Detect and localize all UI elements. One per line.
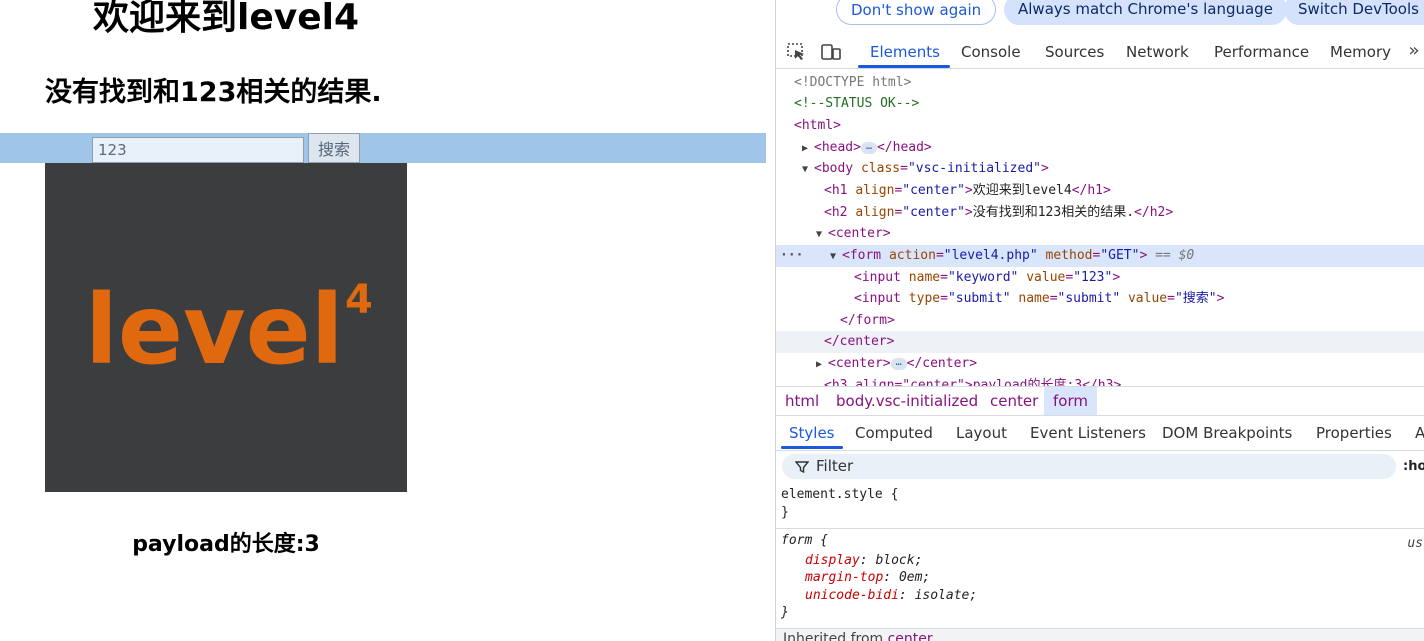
element-style-rule[interactable]: element.style { bbox=[781, 486, 898, 503]
rule-close-brace: } bbox=[781, 505, 789, 520]
styles-filter-input[interactable]: Filter bbox=[782, 454, 1396, 479]
subtab-accessibility[interactable]: A bbox=[1415, 417, 1424, 450]
dont-show-again-button[interactable]: Don't show again bbox=[836, 0, 997, 25]
dom-node-center-close[interactable]: </center> bbox=[776, 331, 1424, 353]
dom-node-comment[interactable]: <!--STATUS OK--> bbox=[776, 93, 1424, 115]
keyword-input[interactable] bbox=[92, 137, 304, 163]
collapse-triangle-icon[interactable]: ▼ bbox=[816, 224, 828, 246]
filter-icon bbox=[795, 461, 809, 474]
rule-close-brace: } bbox=[781, 605, 789, 620]
subtab-properties[interactable]: Properties bbox=[1316, 417, 1392, 450]
active-subtab-indicator bbox=[781, 446, 843, 449]
tab-elements[interactable]: Elements bbox=[870, 34, 940, 69]
expand-triangle-icon[interactable]: ▶ bbox=[802, 138, 814, 160]
dom-node-h2[interactable]: <h2 align="center">没有找到和123相关的结果.</h2> bbox=[776, 202, 1424, 224]
styles-subtabs: Styles Computed Layout Event Listeners D… bbox=[776, 417, 1424, 451]
dom-node-center[interactable]: ▼ <center> bbox=[776, 223, 1424, 245]
expand-triangle-icon[interactable]: ▶ bbox=[816, 354, 828, 376]
dom-node-h3[interactable]: <h3 align="center">payload的长度:3</h3> bbox=[776, 375, 1424, 386]
breadcrumb-html[interactable]: html bbox=[776, 387, 828, 415]
subtab-event-listeners[interactable]: Event Listeners bbox=[1030, 417, 1146, 450]
device-toolbar-icon[interactable] bbox=[820, 42, 842, 62]
payload-length-text: payload的长度:3 bbox=[132, 532, 320, 557]
dom-node-head[interactable]: ▶ <head>… </head> bbox=[776, 137, 1424, 159]
rule-separator bbox=[776, 528, 1424, 529]
subtab-computed[interactable]: Computed bbox=[855, 417, 933, 450]
user-agent-source-label: us bbox=[1407, 536, 1423, 551]
tab-memory[interactable]: Memory bbox=[1330, 34, 1391, 69]
level4-logo-image: level 4 bbox=[45, 163, 407, 492]
active-tab-indicator bbox=[858, 65, 950, 68]
page-heading: 欢迎来到level4 bbox=[92, 0, 360, 38]
devtools-tabbar: Elements Console Sources Network Perform… bbox=[776, 34, 1424, 69]
search-form: 搜索 bbox=[0, 133, 766, 163]
dom-node-form-selected[interactable]: ··· ▼ <form action="level4.php" method="G… bbox=[776, 245, 1424, 267]
collapse-triangle-icon[interactable]: ▼ bbox=[802, 159, 814, 181]
breadcrumb-body[interactable]: body.vsc-initialized bbox=[827, 387, 987, 415]
subtab-dom-breakpoints[interactable]: DOM Breakpoints bbox=[1162, 417, 1292, 450]
language-infobar: Don't show again Always match Chrome's l… bbox=[776, 0, 1424, 34]
dom-tree: <!DOCTYPE html> <!--STATUS OK--> <html> … bbox=[776, 70, 1424, 386]
filter-placeholder: Filter bbox=[816, 457, 854, 475]
inspect-element-icon[interactable] bbox=[786, 42, 808, 62]
ellipsis-icon[interactable]: … bbox=[890, 357, 907, 370]
styles-pane: element.style { } form { us display: blo… bbox=[776, 484, 1424, 641]
dom-node-input-submit[interactable]: <input type="submit" name="submit" value… bbox=[776, 288, 1424, 310]
inherited-from-header: Inherited from center bbox=[776, 628, 1424, 641]
dom-node-html[interactable]: <html> bbox=[776, 115, 1424, 137]
tab-network[interactable]: Network bbox=[1126, 34, 1189, 69]
form-rule-selector[interactable]: form { bbox=[781, 532, 828, 549]
search-button[interactable]: 搜索 bbox=[308, 133, 360, 163]
breadcrumb-form[interactable]: form bbox=[1044, 387, 1097, 415]
match-language-button[interactable]: Always match Chrome's language bbox=[1004, 0, 1287, 25]
devtools-panel: Don't show again Always match Chrome's l… bbox=[775, 0, 1424, 641]
breadcrumb-center[interactable]: center bbox=[981, 387, 1047, 415]
collapse-triangle-icon[interactable]: ▼ bbox=[830, 246, 842, 268]
logo-text: level bbox=[85, 274, 344, 386]
styles-filter-row: Filter :hov bbox=[776, 451, 1424, 483]
tab-console[interactable]: Console bbox=[961, 34, 1021, 69]
search-result-message: 没有找到和123相关的结果. bbox=[45, 77, 382, 108]
dom-node-input-keyword[interactable]: <input name="keyword" value="123"> bbox=[776, 267, 1424, 289]
style-property-unicode-bidi[interactable]: unicode-bidi: isolate; bbox=[805, 587, 977, 604]
logo-superscript: 4 bbox=[345, 277, 373, 323]
breadcrumb: html body.vsc-initialized center form bbox=[776, 386, 1424, 416]
dom-node-h1[interactable]: <h1 align="center">欢迎来到level4</h1> bbox=[776, 180, 1424, 202]
switch-devtools-button[interactable]: Switch DevTools t bbox=[1284, 0, 1424, 25]
ellipsis-icon[interactable]: … bbox=[860, 141, 877, 154]
inherited-from-link[interactable]: center bbox=[888, 631, 933, 641]
dom-node-doctype[interactable]: <!DOCTYPE html> bbox=[776, 72, 1424, 94]
more-tabs-icon[interactable]: » bbox=[1403, 34, 1424, 69]
dom-node-body[interactable]: ▼ <body class="vsc-initialized"> bbox=[776, 158, 1424, 180]
subtab-layout[interactable]: Layout bbox=[956, 417, 1007, 450]
tab-performance[interactable]: Performance bbox=[1214, 34, 1309, 69]
hover-state-toggle[interactable]: :hov bbox=[1403, 451, 1424, 483]
tab-sources[interactable]: Sources bbox=[1045, 34, 1104, 69]
web-page: 欢迎来到level4 没有找到和123相关的结果. 搜索 level 4 pay… bbox=[0, 0, 775, 641]
dom-node-center-collapsed[interactable]: ▶ <center>… </center> bbox=[776, 353, 1424, 375]
level4-logo-graphic: level 4 bbox=[85, 274, 373, 386]
style-property-display[interactable]: display: block; bbox=[805, 552, 922, 569]
node-actions-icon[interactable]: ··· bbox=[780, 245, 803, 267]
style-property-margin-top[interactable]: margin-top: 0em; bbox=[805, 569, 930, 586]
dom-node-form-close[interactable]: </form> bbox=[776, 310, 1424, 332]
